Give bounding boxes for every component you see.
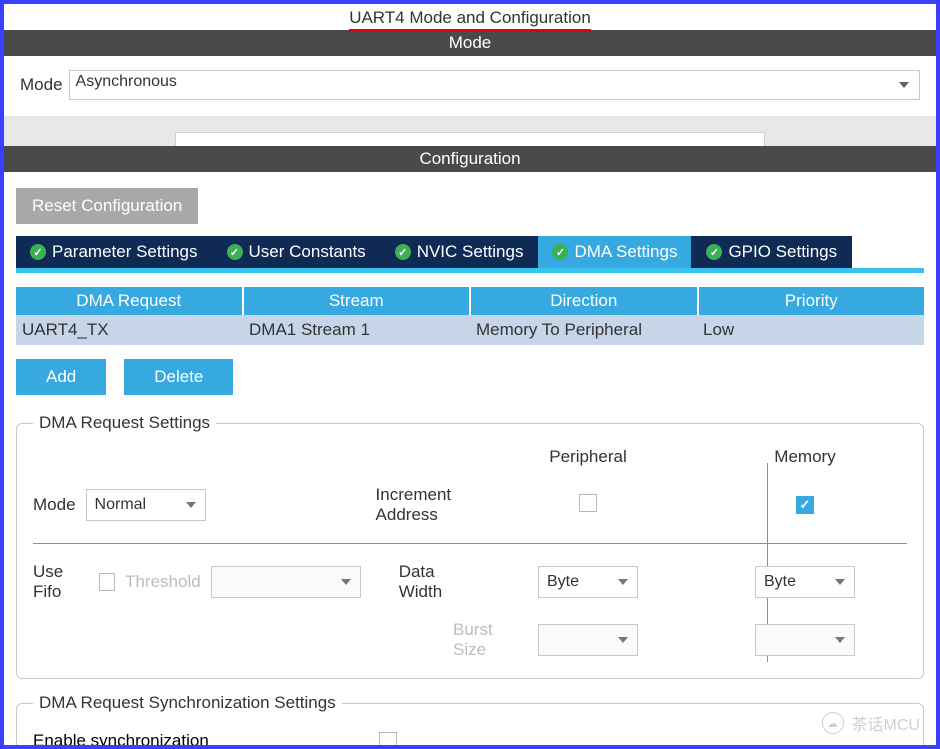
increment-peripheral-checkbox[interactable]	[579, 494, 597, 512]
header-peripheral: Peripheral	[473, 447, 703, 467]
tab-gpio-settings[interactable]: ✓ GPIO Settings	[692, 236, 852, 268]
add-button[interactable]: Add	[16, 359, 106, 395]
mid-strip	[4, 116, 936, 146]
dma-mode-label: Mode	[33, 495, 76, 515]
col-priority: Priority	[699, 287, 925, 315]
cell-direction: Memory To Peripheral	[470, 315, 697, 345]
dma-sync-legend: DMA Request Synchronization Settings	[33, 693, 342, 713]
col-dma-request: DMA Request	[16, 287, 244, 315]
header-memory: Memory	[703, 447, 907, 467]
dma-sync-settings: DMA Request Synchronization Settings Ena…	[16, 693, 924, 749]
tab-label: GPIO Settings	[728, 242, 837, 262]
tab-label: DMA Settings	[574, 242, 677, 262]
reset-configuration-button[interactable]: Reset Configuration	[16, 188, 198, 224]
mode-select-value: Asynchronous	[76, 73, 177, 90]
increment-address-label: Increment Address	[376, 485, 473, 525]
dma-mode-row: Mode Normal Increment Address	[33, 485, 473, 525]
configuration-body: Reset Configuration ✓ Parameter Settings…	[4, 172, 936, 749]
cell-dma-request: UART4_TX	[16, 315, 243, 345]
tab-underline	[16, 268, 924, 273]
check-icon: ✓	[552, 244, 568, 260]
mid-strip-inner	[175, 132, 765, 146]
data-width-memory-cell: Byte	[703, 566, 907, 598]
row-divider	[33, 543, 907, 544]
increment-peripheral-cell	[473, 494, 703, 517]
dma-request-settings: DMA Request Settings Peripheral Memory M…	[16, 413, 924, 679]
threshold-select[interactable]	[211, 566, 361, 598]
increment-memory-cell: ✓	[703, 496, 907, 514]
check-icon: ✓	[227, 244, 243, 260]
col-stream: Stream	[244, 287, 472, 315]
tab-dma-settings[interactable]: ✓ DMA Settings	[538, 236, 692, 268]
use-fifo-label: Use Fifo	[33, 562, 89, 602]
data-width-peripheral-cell: Byte	[473, 566, 703, 598]
mode-select[interactable]: Asynchronous	[69, 70, 920, 100]
tab-label: Parameter Settings	[52, 242, 198, 262]
enable-sync-label: Enable synchronization	[33, 731, 209, 749]
app-window: UART4 Mode and Configuration Mode Mode A…	[0, 0, 940, 749]
page-title: UART4 Mode and Configuration	[349, 8, 591, 32]
configuration-section-header: Configuration	[4, 146, 936, 172]
check-icon: ✓	[30, 244, 46, 260]
check-icon: ✓	[706, 244, 722, 260]
burst-peripheral-select[interactable]	[538, 624, 638, 656]
col-direction: Direction	[471, 287, 699, 315]
cell-stream: DMA1 Stream 1	[243, 315, 470, 345]
config-tabs: ✓ Parameter Settings ✓ User Constants ✓ …	[16, 236, 924, 268]
burst-memory-cell	[703, 624, 907, 656]
mode-label: Mode	[20, 75, 63, 95]
burst-memory-select[interactable]	[755, 624, 855, 656]
increment-memory-checkbox[interactable]: ✓	[796, 496, 814, 514]
delete-button[interactable]: Delete	[124, 359, 233, 395]
enable-sync-checkbox[interactable]	[379, 732, 397, 749]
watermark: ☁ 茶话MCU	[822, 711, 920, 735]
tab-nvic-settings[interactable]: ✓ NVIC Settings	[381, 236, 539, 268]
tab-parameter-settings[interactable]: ✓ Parameter Settings	[16, 236, 213, 268]
dma-table-header: DMA Request Stream Direction Priority	[16, 287, 924, 315]
tab-label: User Constants	[249, 242, 366, 262]
tab-label: NVIC Settings	[417, 242, 524, 262]
use-fifo-checkbox[interactable]	[99, 573, 115, 591]
check-icon: ✓	[395, 244, 411, 260]
data-width-peripheral-select[interactable]: Byte	[538, 566, 638, 598]
dma-table-row[interactable]: UART4_TX DMA1 Stream 1 Memory To Periphe…	[16, 315, 924, 345]
page-title-row: UART4 Mode and Configuration	[4, 4, 936, 30]
data-width-memory-select[interactable]: Byte	[755, 566, 855, 598]
threshold-label: Threshold	[125, 572, 201, 592]
dma-request-settings-legend: DMA Request Settings	[33, 413, 216, 433]
tab-user-constants[interactable]: ✓ User Constants	[213, 236, 381, 268]
fifo-row: Use Fifo Threshold Data Width	[33, 562, 473, 602]
dma-button-row: Add Delete	[16, 359, 924, 395]
dma-mode-value: Normal	[95, 496, 147, 514]
data-width-label: Data Width	[399, 562, 473, 602]
mode-row: Mode Asynchronous	[4, 56, 936, 116]
burst-peripheral-cell	[473, 624, 703, 656]
dma-mode-select[interactable]: Normal	[86, 489, 206, 521]
settings-grid: Peripheral Memory Mode Normal Increment …	[33, 447, 907, 660]
burst-row: Burst Size	[33, 620, 473, 660]
mode-section-header: Mode	[4, 30, 936, 56]
wechat-icon: ☁	[822, 712, 844, 734]
cell-priority: Low	[697, 315, 924, 345]
sync-row: Enable synchronization	[33, 727, 907, 749]
watermark-text: 茶话MCU	[852, 711, 920, 735]
